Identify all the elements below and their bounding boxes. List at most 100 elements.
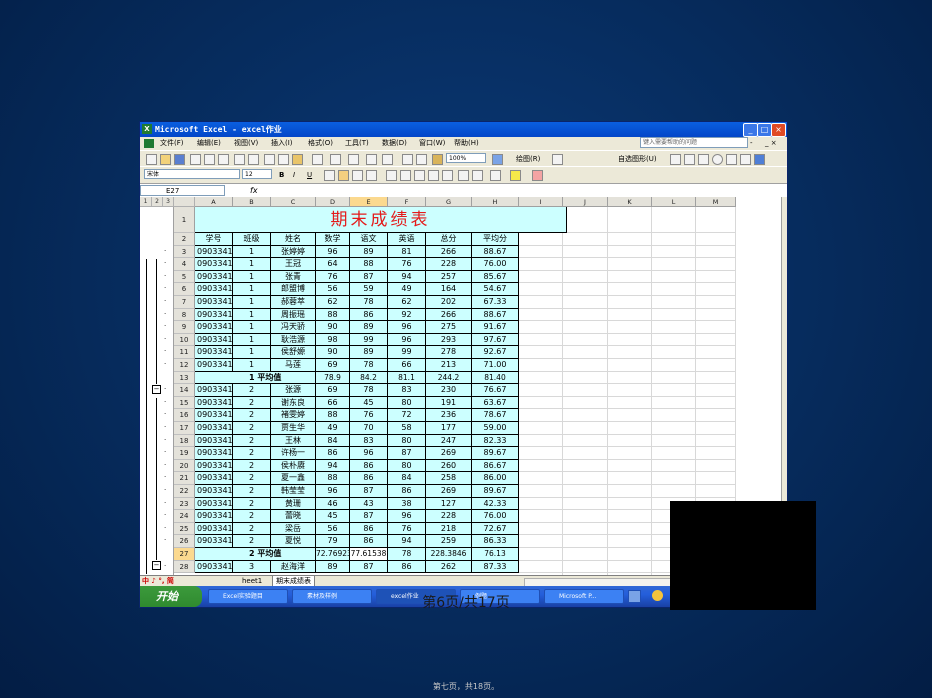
column-header-k[interactable]: K (608, 197, 652, 207)
data-cell[interactable]: 42.33 (472, 497, 519, 511)
data-cell[interactable]: 090334117 (195, 459, 233, 473)
row-header[interactable]: 11 (174, 346, 195, 359)
data-cell[interactable]: 090334113 (195, 409, 233, 422)
data-cell[interactable]: 1 (233, 308, 271, 322)
subtotal-cell[interactable]: 81.1 (388, 371, 426, 385)
data-cell[interactable]: 49 (316, 422, 350, 435)
header-cell[interactable]: 英语 (388, 233, 426, 246)
data-cell[interactable]: 98 (316, 333, 350, 347)
data-cell[interactable]: 88 (316, 409, 350, 422)
empty-cell[interactable] (652, 346, 696, 359)
align-center-icon[interactable] (338, 170, 349, 181)
font-name-select[interactable]: 宋体 (144, 169, 240, 179)
empty-cell[interactable] (563, 522, 608, 536)
data-cell[interactable]: 70 (350, 422, 388, 435)
data-cell[interactable]: 76.00 (472, 258, 519, 271)
row-header[interactable]: 4 (174, 258, 195, 271)
data-cell[interactable]: 86 (316, 447, 350, 460)
data-cell[interactable]: 王林 (271, 434, 316, 448)
data-cell[interactable]: 83 (350, 434, 388, 448)
data-cell[interactable]: 259 (426, 535, 472, 548)
empty-cell[interactable] (696, 245, 736, 259)
empty-cell[interactable] (563, 384, 608, 397)
sort-descending-icon[interactable] (416, 154, 427, 165)
empty-cell[interactable] (519, 308, 563, 322)
data-cell[interactable]: 1 (233, 333, 271, 347)
empty-cell[interactable] (652, 409, 696, 422)
data-cell[interactable]: 郝蓉萃 (271, 296, 316, 309)
data-cell[interactable]: 86 (350, 535, 388, 548)
data-cell[interactable]: 89.67 (472, 485, 519, 498)
row-header[interactable]: 3 (174, 245, 195, 259)
insert-picture-icon[interactable] (754, 154, 765, 165)
data-cell[interactable]: 耿浩源 (271, 333, 316, 347)
data-cell[interactable]: 218 (426, 522, 472, 536)
empty-cell[interactable] (652, 359, 696, 372)
column-header-f[interactable]: F (388, 197, 426, 207)
empty-cell[interactable] (563, 434, 608, 448)
empty-cell[interactable] (563, 207, 608, 233)
data-cell[interactable]: 马莲 (271, 359, 316, 372)
empty-cell[interactable] (519, 245, 563, 259)
data-cell[interactable]: 78 (350, 296, 388, 309)
minimize-button[interactable]: _ (743, 123, 758, 137)
empty-cell[interactable] (608, 396, 652, 410)
data-cell[interactable]: 213 (426, 359, 472, 372)
data-cell[interactable]: 91.67 (472, 321, 519, 334)
data-cell[interactable]: 80 (388, 434, 426, 448)
empty-cell[interactable] (563, 308, 608, 322)
data-cell[interactable]: 090334119 (195, 485, 233, 498)
data-cell[interactable]: 2 (233, 535, 271, 548)
column-header-i[interactable]: I (519, 197, 563, 207)
empty-cell[interactable] (608, 522, 652, 536)
arrow-icon[interactable] (684, 154, 695, 165)
data-cell[interactable]: 89.67 (472, 447, 519, 460)
data-cell[interactable]: 88 (316, 472, 350, 485)
data-cell[interactable]: 2 (233, 485, 271, 498)
empty-cell[interactable] (563, 472, 608, 485)
data-cell[interactable]: 090334109 (195, 346, 233, 359)
data-cell[interactable]: 090334118 (195, 472, 233, 485)
empty-cell[interactable] (696, 447, 736, 460)
data-cell[interactable]: 89 (350, 346, 388, 359)
data-cell[interactable]: 090334111 (195, 384, 233, 397)
wordart-icon[interactable] (740, 154, 751, 165)
currency-icon[interactable] (386, 170, 397, 181)
data-cell[interactable]: 99 (388, 346, 426, 359)
data-cell[interactable]: 72.67 (472, 522, 519, 536)
row-header[interactable]: 5 (174, 270, 195, 284)
data-cell[interactable]: 090334124 (195, 560, 233, 574)
restore-button[interactable]: □ (757, 123, 772, 137)
menu-format[interactable]: 格式(O) (308, 137, 333, 150)
data-cell[interactable]: 夏一鑫 (271, 472, 316, 485)
paste-icon[interactable] (292, 154, 303, 165)
data-cell[interactable]: 164 (426, 283, 472, 296)
empty-cell[interactable] (563, 321, 608, 334)
empty-cell[interactable] (608, 283, 652, 296)
align-left-icon[interactable] (324, 170, 335, 181)
data-cell[interactable]: 张婷婷 (271, 245, 316, 259)
data-cell[interactable]: 78 (350, 384, 388, 397)
empty-cell[interactable] (696, 434, 736, 448)
empty-cell[interactable] (608, 497, 652, 511)
empty-cell[interactable] (652, 245, 696, 259)
data-cell[interactable]: 99 (350, 333, 388, 347)
header-cell[interactable]: 班级 (233, 233, 271, 246)
empty-cell[interactable] (563, 258, 608, 271)
empty-cell[interactable] (563, 535, 608, 548)
empty-cell[interactable] (563, 447, 608, 460)
underline-button[interactable]: U (307, 167, 312, 183)
data-cell[interactable]: 76 (388, 258, 426, 271)
header-cell[interactable]: 姓名 (271, 233, 316, 246)
empty-cell[interactable] (519, 409, 563, 422)
oval-icon[interactable] (712, 154, 723, 165)
subtotal-cell[interactable]: 76.13 (472, 548, 519, 561)
row-header[interactable]: 27 (174, 548, 195, 561)
help-dropdown-icon[interactable]: - (750, 137, 753, 150)
data-cell[interactable]: 258 (426, 472, 472, 485)
empty-cell[interactable] (519, 560, 563, 574)
data-cell[interactable]: 76.00 (472, 510, 519, 523)
data-cell[interactable]: 86 (350, 522, 388, 536)
data-cell[interactable]: 228 (426, 510, 472, 523)
empty-cell[interactable] (519, 233, 563, 246)
